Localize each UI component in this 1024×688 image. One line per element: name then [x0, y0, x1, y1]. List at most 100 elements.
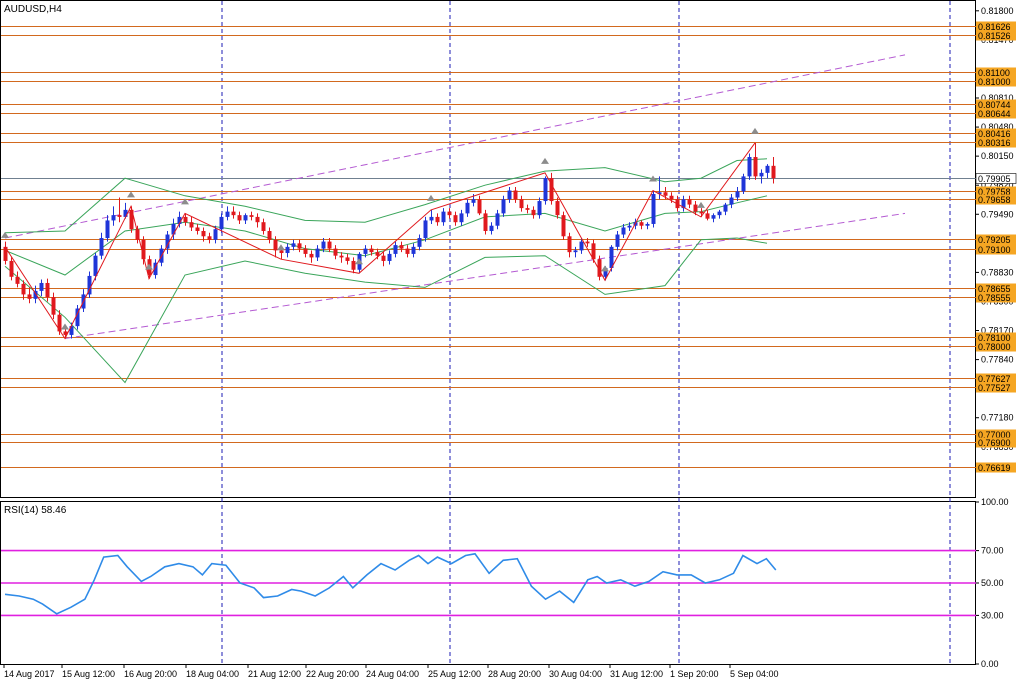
candle — [765, 164, 770, 179]
candle-body — [333, 248, 338, 256]
candle — [339, 252, 344, 263]
candle-body — [225, 211, 230, 217]
price-tick-label-14: 0.77180 — [981, 413, 1014, 423]
candle-body — [753, 157, 758, 177]
candle — [393, 241, 398, 258]
candle-body — [27, 294, 32, 299]
candle-body — [267, 231, 272, 240]
time-label-2: 16 Aug 20:00 — [124, 669, 177, 679]
candle-body — [699, 211, 704, 214]
candle-body — [579, 241, 584, 251]
candle — [231, 206, 236, 219]
candles — [3, 142, 776, 339]
candle — [477, 195, 482, 216]
candle — [561, 211, 566, 240]
candle-body — [237, 215, 242, 221]
candle-body — [747, 157, 752, 177]
candle-body — [297, 243, 302, 249]
candle-body — [435, 216, 440, 223]
candle-body — [471, 199, 476, 203]
candle — [525, 204, 530, 214]
candle-body — [57, 314, 62, 332]
candle-body — [741, 176, 746, 192]
candle-body — [201, 231, 206, 237]
candle — [681, 195, 686, 212]
candle — [15, 271, 20, 288]
candle-body — [705, 213, 710, 219]
candle — [195, 223, 200, 235]
candle — [351, 257, 356, 274]
candle — [771, 157, 776, 184]
candle — [741, 173, 746, 195]
candle-body — [111, 215, 116, 221]
candle-body — [21, 283, 26, 295]
candle-body — [171, 223, 176, 235]
candle-body — [621, 227, 626, 235]
price-tick-label-5: 0.80150 — [981, 151, 1014, 161]
candle — [291, 239, 296, 251]
candle-body — [663, 192, 668, 196]
candle — [441, 208, 446, 226]
price-tick-label-12: 0.77840 — [981, 355, 1014, 365]
candle — [255, 213, 260, 228]
channel-upper — [4, 54, 906, 239]
candle-body — [459, 213, 464, 223]
candle — [495, 209, 500, 230]
rsi-tick-label-0: 100.00 — [981, 497, 1009, 507]
candle — [111, 206, 116, 226]
candle — [399, 241, 404, 253]
rsi-tick-label-1: 70.00 — [981, 546, 1004, 556]
candle — [303, 245, 308, 258]
candle — [639, 220, 644, 230]
candle-body — [393, 245, 398, 254]
fractal-marker-11 — [697, 201, 705, 208]
horizontal-levels — [1, 26, 976, 468]
candle — [45, 278, 50, 302]
candle — [309, 250, 314, 263]
fractal-marker-6 — [355, 258, 363, 265]
fractal-marker-9 — [601, 265, 609, 272]
candle — [567, 232, 572, 258]
candle-body — [261, 222, 266, 232]
candle-body — [351, 260, 356, 270]
candle — [3, 241, 8, 265]
level-label-9: 0.79658 — [978, 195, 1011, 205]
candle — [327, 238, 332, 253]
candle-body — [723, 204, 728, 212]
time-label-8: 28 Aug 20:00 — [488, 669, 541, 679]
candle-body — [45, 282, 50, 298]
candle — [501, 195, 506, 217]
candle — [429, 209, 434, 224]
candle — [531, 206, 536, 219]
candle — [51, 292, 56, 320]
candle-body — [15, 276, 20, 284]
chart-svg: 0.818000.814700.811000.808100.804800.801… — [0, 0, 1017, 679]
current-price-label: 0.79905 — [978, 174, 1011, 184]
level-label-1: 0.81526 — [978, 31, 1011, 41]
candle — [555, 197, 560, 219]
candle — [747, 153, 752, 180]
candle-body — [303, 248, 308, 254]
candle — [345, 253, 350, 265]
rsi-tick-label-2: 50.00 — [981, 578, 1004, 588]
candle — [705, 209, 710, 221]
candle-body — [195, 227, 200, 232]
candle — [387, 250, 392, 265]
candle-body — [537, 201, 542, 216]
candle-body — [513, 190, 518, 200]
candle-body — [627, 225, 632, 228]
candle — [39, 279, 44, 297]
candle — [189, 216, 194, 232]
candle-body — [465, 202, 470, 214]
candle-body — [117, 215, 122, 217]
level-label-5: 0.80644 — [978, 109, 1011, 119]
candle-body — [669, 195, 674, 200]
zigzag-line — [4, 142, 756, 340]
time-label-4: 21 Aug 12:00 — [248, 669, 301, 679]
chart-root: 0.818000.814700.811000.808100.804800.801… — [0, 0, 1024, 683]
candle — [285, 243, 290, 258]
candle-body — [99, 238, 104, 256]
level-label-13: 0.78555 — [978, 293, 1011, 303]
candle — [333, 245, 338, 260]
candle-body — [645, 223, 650, 226]
